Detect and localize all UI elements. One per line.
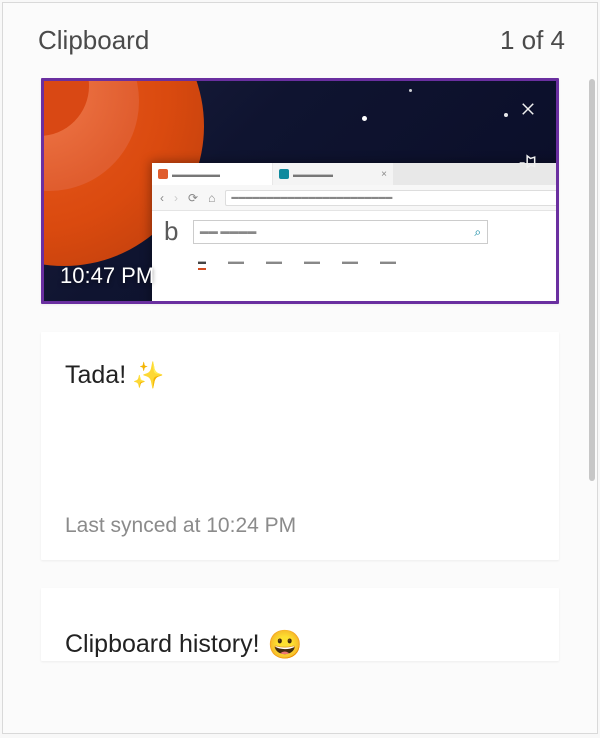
delete-item-button[interactable] xyxy=(514,95,542,123)
grin-emoji-icon: 😀 xyxy=(268,628,303,661)
close-icon xyxy=(519,100,537,118)
clipboard-items-list: ▬▬▬▬▬▬ ▬▬▬▬▬ × ‹ › ⟳ ⌂ ▬▬▬▬▬▬▬▬▬▬▬▬▬ xyxy=(3,78,597,661)
scrollbar[interactable] xyxy=(589,79,595,481)
panel-title: Clipboard xyxy=(38,25,149,56)
item-counter: 1 of 4 xyxy=(500,25,565,56)
browser-window-thumbnail: ▬▬▬▬▬▬ ▬▬▬▬▬ × ‹ › ⟳ ⌂ ▬▬▬▬▬▬▬▬▬▬▬▬▬ xyxy=(152,163,556,301)
clipboard-text-content: Tada! ✨ xyxy=(65,360,535,391)
pin-icon xyxy=(518,153,538,173)
item-timestamp: 10:47 PM xyxy=(60,263,154,289)
clipboard-panel: Clipboard 1 of 4 ▬▬▬▬▬▬ xyxy=(2,2,598,734)
sparkle-emoji-icon: ✨ xyxy=(132,360,164,391)
clipboard-item-image[interactable]: ▬▬▬▬▬▬ ▬▬▬▬▬ × ‹ › ⟳ ⌂ ▬▬▬▬▬▬▬▬▬▬▬▬▬ xyxy=(41,78,559,304)
panel-header: Clipboard 1 of 4 xyxy=(3,3,597,78)
clipboard-text-content: Clipboard history! 😀 xyxy=(65,628,535,661)
pin-item-button[interactable] xyxy=(514,149,542,177)
sync-status: Last synced at 10:24 PM xyxy=(65,514,535,538)
clipboard-item-text[interactable]: Tada! ✨ Last synced at 10:24 PM xyxy=(41,332,559,560)
clipboard-item-text[interactable]: Clipboard history! 😀 xyxy=(41,588,559,661)
